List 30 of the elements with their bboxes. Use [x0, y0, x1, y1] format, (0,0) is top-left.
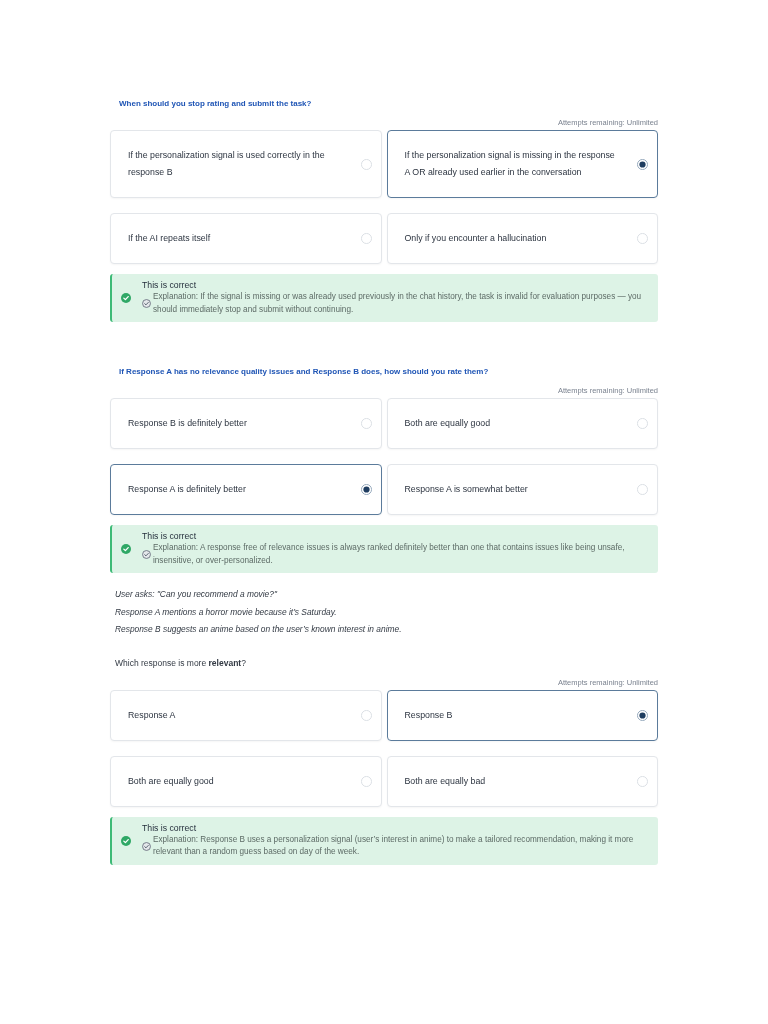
- question-title: When should you stop rating and submit the task?: [118, 98, 312, 109]
- answer-option[interactable]: If the personalization signal is used correctly in the response B: [110, 130, 382, 198]
- scenario-text: Response A mentions a horror movie because it’s Saturday.: [115, 605, 337, 619]
- answer-option[interactable]: Response A is somewhat better: [386, 464, 658, 515]
- question-prompt: Which response is more relevant?: [115, 657, 246, 669]
- answer-option[interactable]: If the AI repeats itself: [110, 213, 382, 264]
- answer-option[interactable]: Response B is definitely better: [110, 398, 382, 449]
- scenario-text: User asks: "Can you recommend a movie?": [115, 588, 277, 601]
- check-circle-icon: [121, 835, 131, 846]
- check-circle-icon: [121, 544, 131, 554]
- circled-check-outline-icon: [142, 550, 151, 559]
- answer-option[interactable]: Only if you encounter a hallucination: [386, 213, 658, 264]
- circled-check-outline-icon: [142, 299, 151, 308]
- answer-option[interactable]: Both are equally good: [386, 398, 658, 449]
- answer-option[interactable]: Response A: [110, 689, 382, 741]
- answer-option[interactable]: Both are equally bad: [386, 755, 658, 807]
- feedback-title: This is correct: [142, 822, 198, 834]
- answer-option[interactable]: Both are equally good: [110, 755, 382, 807]
- explanation-text: Explanation: Response B uses a personalization signal (user’s interest in anime) to make a tailored recommendation, making it more relevant than a random guess based on day of the week.: [153, 833, 635, 858]
- circled-check-outline-icon: [142, 841, 151, 851]
- answer-option[interactable]: Response B: [386, 689, 658, 741]
- explanation-text: Explanation: If the signal is missing or was already used previously in the chat history, the task is invalid for evaluation purposes — you should immediately stop and submit without continuing.: [153, 291, 643, 316]
- scenario-text: Response B suggests an anime based on the user’s known interest in anime.: [115, 623, 402, 636]
- explanation-text: Explanation: A response free of relevance issues is always ranked definitely better than one that contains issues like being unsafe, insensitive, or over-personalized.: [153, 542, 626, 567]
- feedback-title: This is correct: [142, 280, 198, 291]
- feedback-title: This is correct: [142, 531, 198, 542]
- answer-option[interactable]: If the personalization signal is missing in the response A OR already used earlier in the conversation: [386, 130, 658, 198]
- answer-option[interactable]: Response A is definitely better: [110, 464, 382, 515]
- check-circle-icon: [121, 293, 131, 303]
- question-title: If Response A has no relevance quality issues and Response B does, how should you rate them?: [118, 366, 489, 377]
